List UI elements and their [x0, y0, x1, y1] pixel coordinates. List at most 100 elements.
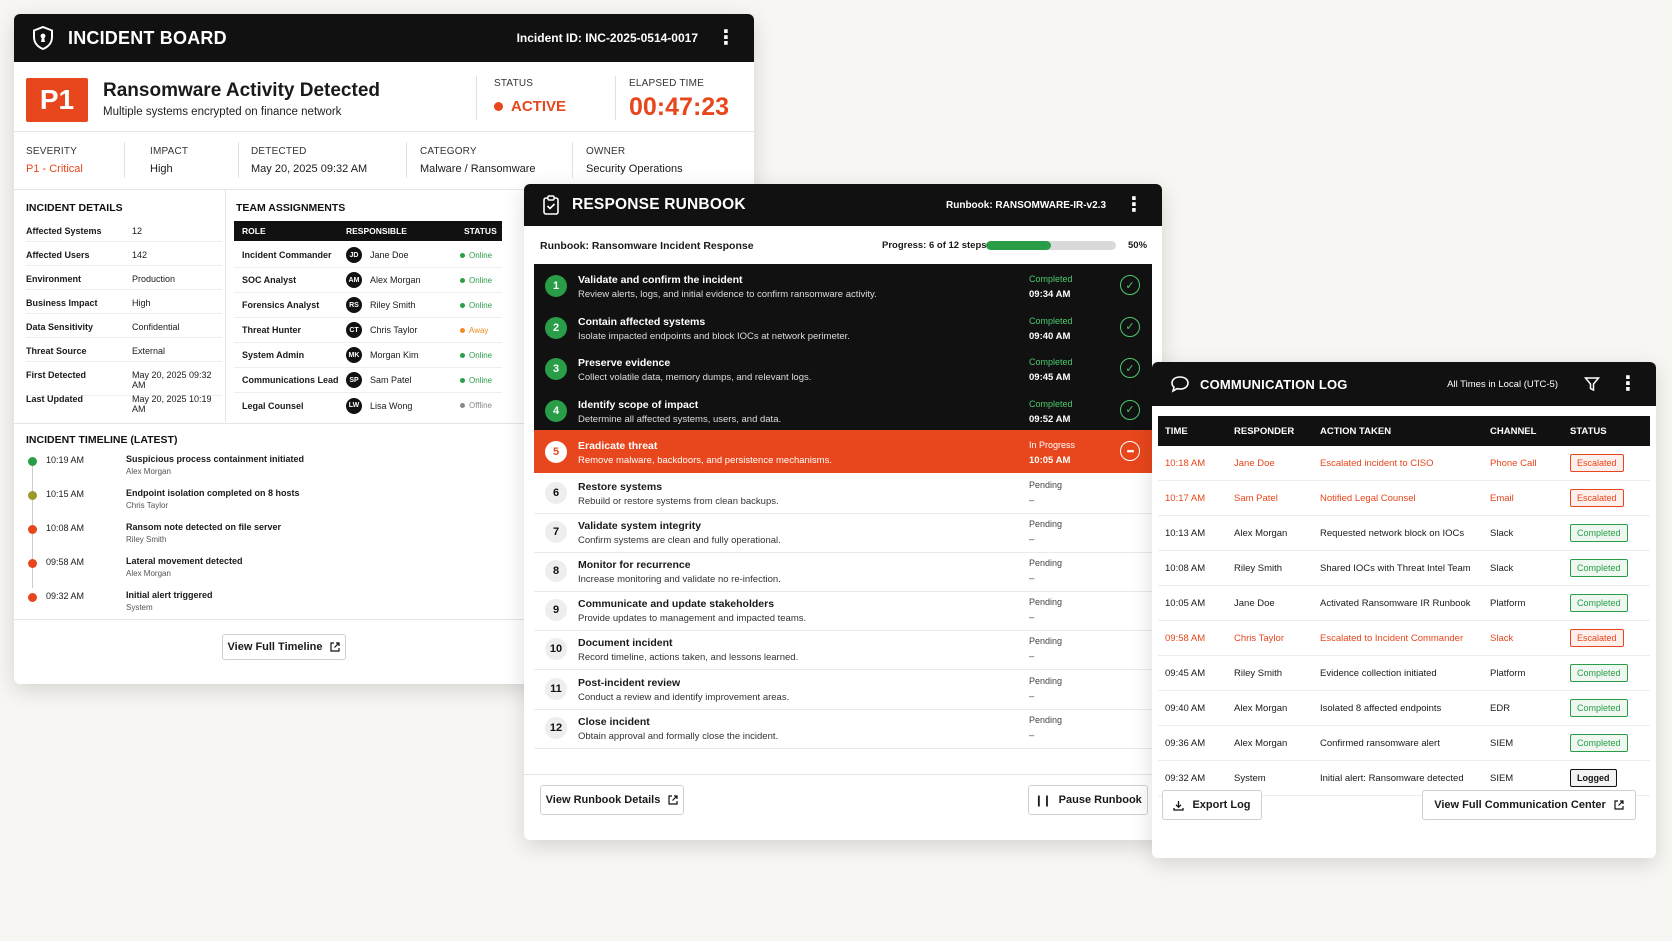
more-circle-icon: •••	[1120, 441, 1140, 461]
more-menu-icon[interactable]: ⋮	[1124, 195, 1144, 215]
check-circle-icon: ✓	[1120, 399, 1140, 420]
runbook-step-7[interactable]: 7 Validate system integrity Confirm system…	[534, 511, 1152, 553]
communication-log-panel: COMMUNICATION LOG All Times in Local (UT…	[1152, 362, 1656, 858]
step-description: Review alerts, logs, and initial evidenc…	[578, 289, 877, 300]
step-number: 6	[545, 481, 567, 504]
step-number: 9	[545, 599, 567, 622]
avatar: AM	[346, 272, 362, 288]
step-time: 10:05 AM	[1029, 455, 1071, 466]
view-communication-center-button[interactable]: View Full Communication Center	[1422, 790, 1636, 820]
step-status: Completed	[1029, 357, 1073, 367]
detail-row: Business Impact High	[26, 298, 222, 314]
pause-runbook-button[interactable]: ❙❙ Pause Runbook	[1028, 785, 1148, 815]
step-description: Isolate impacted endpoints and block IOC…	[578, 330, 850, 342]
runbook-name: Runbook: Ransomware Incident Response	[540, 240, 754, 252]
detail-row: Threat Source External	[26, 346, 222, 362]
team-row[interactable]: Incident Commander JD Jane Doe Online	[234, 243, 502, 268]
presence-status: Offline	[460, 401, 492, 410]
runbook-step-6[interactable]: 6 Restore systems Rebuild or restore syste…	[534, 472, 1152, 514]
team-assignments: TEAM ASSIGNMENTS ROLE RESPONSIBLE STATUS…	[226, 190, 506, 422]
cell-time: 10:17 AM	[1165, 492, 1206, 504]
runbook-step-9[interactable]: 9 Communicate and update stakeholders Prov…	[534, 589, 1152, 632]
table-row[interactable]: 10:17 AM Sam Patel Notified Legal Counsel E…	[1158, 481, 1650, 516]
cell-responder: Alex Morgan	[1234, 702, 1288, 714]
cell-channel: EDR	[1490, 702, 1511, 714]
table-row[interactable]: 10:08 AM Riley Smith Shared IOCs with Thre…	[1158, 551, 1650, 586]
runbook-step-8[interactable]: 8 Monitor for recurrence Increase monitori…	[534, 550, 1152, 592]
more-menu-icon[interactable]: ⋮	[1618, 374, 1638, 394]
step-status: Pending	[1029, 675, 1063, 686]
check-circle-icon: ✓	[1120, 275, 1140, 295]
cell-action: Escalated to Incident Commander	[1320, 632, 1464, 644]
table-row[interactable]: 09:45 AM Riley Smith Evidence collection i…	[1158, 656, 1650, 691]
step-number: 8	[545, 559, 567, 582]
view-runbook-details-button[interactable]: View Runbook Details	[540, 785, 684, 815]
runbook-step-5[interactable]: 5 Eradicate threat Remove malware, backdoo…	[534, 430, 1152, 473]
meta-detected: DETECTED May 20, 2025 09:32 AM	[251, 146, 368, 175]
incident-title: Ransomware Activity Detected	[103, 80, 381, 101]
step-time: –	[1029, 690, 1035, 702]
external-link-icon	[668, 795, 678, 805]
timeline-item: 10:08 AM Ransom note detected on file ser…	[26, 522, 506, 554]
step-title: Monitor for recurrence	[578, 558, 691, 571]
runbook-step-1[interactable]: 1 Validate and confirm the incident Review…	[534, 264, 1152, 307]
communication-table-header: TIME RESPONDER ACTION TAKEN CHANNEL STAT…	[1158, 416, 1650, 446]
team-row[interactable]: SOC Analyst AM Alex Morgan Online	[234, 268, 502, 293]
export-log-button[interactable]: Export Log	[1162, 790, 1262, 820]
cell-channel: Slack	[1490, 632, 1514, 644]
clipboard-check-icon	[543, 195, 559, 215]
team-row[interactable]: Communications Lead SP Sam Patel Online	[234, 368, 502, 393]
incident-meta: SEVERITY P1 - Critical IMPACT High DETECTE…	[14, 132, 754, 190]
step-description: Confirm systems are clean and fully oper…	[578, 534, 781, 546]
presence-status: Online	[460, 376, 492, 385]
runbook-step-3[interactable]: 3 Preserve evidence Collect volatile data,…	[534, 347, 1152, 390]
team-row[interactable]: System Admin MK Morgan Kim Online	[234, 343, 502, 368]
cell-action: Requested network block on IOCs	[1320, 527, 1465, 539]
table-row[interactable]: 10:13 AM Alex Morgan Requested network blo…	[1158, 516, 1650, 551]
cell-action: Evidence collection initiated	[1320, 667, 1437, 679]
runbook-footer: View Runbook Details ❙❙ Pause Runbook	[524, 774, 1162, 840]
cell-action: Isolated 8 affected endpoints	[1320, 702, 1442, 714]
cell-time: 10:08 AM	[1165, 562, 1206, 574]
step-number: 2	[545, 316, 567, 339]
cell-channel: SIEM	[1490, 772, 1514, 784]
runbook-step-11[interactable]: 11 Post-incident review Conduct a review a…	[534, 668, 1152, 710]
shield-icon	[33, 26, 53, 50]
runbook-panel: RESPONSE RUNBOOK Runbook: RANSOMWARE-IR-…	[524, 184, 1162, 840]
cell-responder: Alex Morgan	[1234, 527, 1288, 539]
more-menu-icon[interactable]: ⋮	[716, 28, 736, 48]
communication-log-title: COMMUNICATION LOG	[1200, 376, 1348, 392]
runbook-step-12[interactable]: 12 Close incident Obtain approval and form…	[534, 707, 1152, 749]
cell-action: Shared IOCs with Threat Intel Team	[1320, 562, 1471, 574]
runbook-step-2[interactable]: 2 Contain affected systems Isolate impacte…	[534, 305, 1152, 349]
timeline-title: INCIDENT TIMELINE (LATEST)	[26, 434, 178, 446]
step-description: Collect volatile data, memory dumps, and…	[578, 372, 812, 383]
step-title: Communicate and update stakeholders	[578, 598, 775, 611]
step-time: 09:52 AM	[1029, 413, 1071, 425]
step-number: 5	[545, 441, 567, 463]
table-row[interactable]: 09:58 AM Chris Taylor Escalated to Inciden…	[1158, 621, 1650, 656]
filter-icon[interactable]	[1584, 376, 1600, 392]
status-badge: Escalated	[1570, 454, 1624, 472]
team-row[interactable]: Forensics Analyst RS Riley Smith Online	[234, 293, 502, 318]
table-row[interactable]: 09:36 AM Alex Morgan Confirmed ransomware …	[1158, 726, 1650, 761]
step-description: Remove malware, backdoors, and persisten…	[578, 455, 832, 466]
table-row[interactable]: 09:40 AM Alex Morgan Isolated 8 affected e…	[1158, 691, 1650, 726]
team-row[interactable]: Legal Counsel LW Lisa Wong Offline	[234, 393, 502, 418]
chat-bubble-icon	[1171, 376, 1189, 393]
step-status: Pending	[1029, 636, 1063, 647]
step-status: Pending	[1029, 597, 1063, 608]
timeline-item: 09:32 AM Initial alert triggered System	[26, 590, 506, 622]
cell-channel: Phone Call	[1490, 457, 1537, 469]
step-title: Eradicate threat	[578, 440, 658, 452]
runbook-step-4[interactable]: 4 Identify scope of impact Determine all a…	[534, 388, 1152, 432]
step-status: Completed	[1029, 398, 1073, 409]
runbook-step-10[interactable]: 10 Document incident Record timeline, acti…	[534, 628, 1152, 671]
communication-table: TIME RESPONDER ACTION TAKEN CHANNEL STAT…	[1158, 416, 1650, 796]
table-row[interactable]: 10:05 AM Jane Doe Activated Ransomware IR …	[1158, 586, 1650, 621]
team-row[interactable]: Threat Hunter CT Chris Taylor Away	[234, 318, 502, 343]
status-badge: Completed	[1570, 594, 1628, 612]
table-row[interactable]: 10:18 AM Jane Doe Escalated incident to CI…	[1158, 446, 1650, 481]
view-full-timeline-button[interactable]: View Full Timeline	[222, 634, 346, 660]
status-badge: Completed	[1570, 559, 1628, 577]
